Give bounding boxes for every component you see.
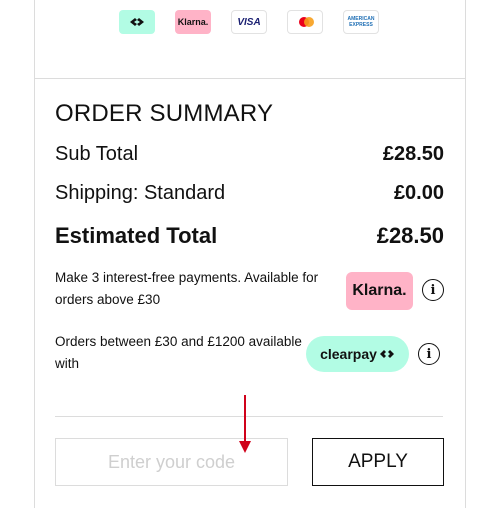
mastercard-icon bbox=[287, 10, 323, 34]
promo-code-input[interactable] bbox=[55, 438, 288, 486]
subtotal-value: £28.50 bbox=[382, 143, 444, 165]
klarna-message: Make 3 interest-free payments. Available… bbox=[55, 270, 319, 307]
klarna-icon-label: Klarna. bbox=[177, 17, 209, 27]
subtotal-label: Sub Total bbox=[55, 143, 139, 165]
estimated-total-value: £28.50 bbox=[376, 223, 444, 248]
shipping-label: Shipping: Standard bbox=[55, 182, 226, 204]
klarna-info-icon[interactable]: i bbox=[422, 279, 444, 301]
clearpay-info-icon[interactable]: i bbox=[418, 343, 440, 365]
payment-methods-row: Klarna. VISA AMERICAN EXPRESS bbox=[0, 10, 484, 36]
klarna-icon: Klarna. bbox=[175, 10, 211, 34]
order-summary-title: ORDER SUMMARY bbox=[55, 100, 274, 127]
clearpay-badge[interactable]: clearpay bbox=[306, 336, 409, 372]
annotation-arrow-icon bbox=[239, 395, 251, 453]
apply-button[interactable]: APPLY bbox=[312, 438, 444, 486]
section-divider bbox=[34, 78, 465, 79]
amex-line-2: EXPRESS bbox=[349, 22, 373, 28]
visa-icon: VISA bbox=[231, 10, 267, 34]
klarna-badge-label: Klarna. bbox=[352, 282, 407, 299]
clearpay-arrows-icon bbox=[379, 350, 394, 358]
amex-icon: AMERICAN EXPRESS bbox=[343, 10, 379, 34]
shipping-value: £0.00 bbox=[393, 182, 444, 204]
clearpay-message: Orders between £30 and £1200 available w… bbox=[55, 334, 302, 371]
visa-icon-label: VISA bbox=[237, 16, 261, 28]
clearpay-badge-label: clearpay bbox=[320, 346, 377, 362]
klarna-badge[interactable]: Klarna. bbox=[346, 272, 413, 310]
estimated-total-label: Estimated Total bbox=[55, 223, 218, 248]
clearpay-icon bbox=[119, 10, 155, 34]
